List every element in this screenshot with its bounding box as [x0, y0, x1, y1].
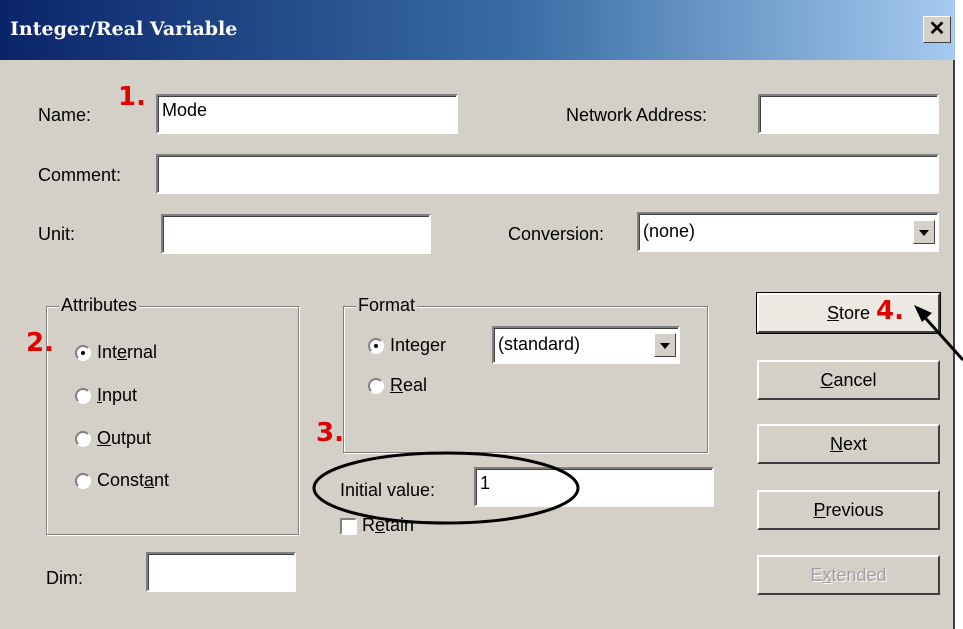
- annotation-overlay: [312, 305, 963, 525]
- pointer-arrow-head: [914, 305, 932, 322]
- pointer-arrow-line: [918, 310, 963, 362]
- highlight-ellipse: [312, 451, 580, 525]
